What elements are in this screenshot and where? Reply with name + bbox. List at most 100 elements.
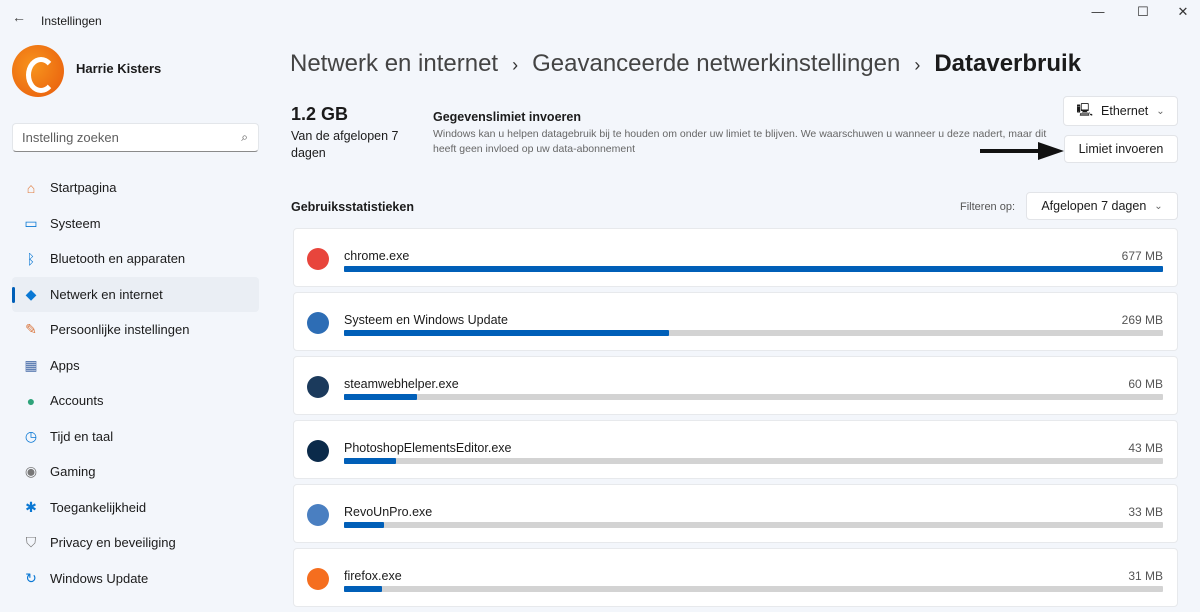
usage-bar-fill <box>344 458 397 464</box>
brush-icon: ✎ <box>25 321 37 338</box>
sidebar-item-label: Gaming <box>50 464 96 480</box>
stats-title: Gebruiksstatistieken <box>291 200 414 214</box>
usage-bar <box>344 266 1163 272</box>
sidebar-item-bluetooth-en-apparaten[interactable]: ᛒ Bluetooth en apparaten <box>12 241 259 277</box>
limit-description: Windows kan u helpen datagebruik bij te … <box>433 128 1047 155</box>
list-item[interactable]: steamwebhelper.exe 60 MB <box>293 356 1178 415</box>
chevron-right-icon: › <box>512 55 519 75</box>
sidebar-item-netwerk-en-internet[interactable]: ◆ Netwerk en internet <box>12 276 259 312</box>
total-usage: 1.2 GB <box>291 104 349 124</box>
bluetooth-icon: ᛒ <box>26 250 36 267</box>
app-name: steamwebhelper.exe <box>344 377 459 391</box>
accessibility-icon: ✱ <box>25 498 37 515</box>
gamepad-icon: ◉ <box>24 463 38 480</box>
app-icon <box>307 504 329 526</box>
app-icon <box>307 248 329 270</box>
sidebar-item-label: Toegankelijkheid <box>50 499 147 515</box>
app-usage: 43 MB <box>1128 441 1163 455</box>
app-icon <box>307 376 329 398</box>
list-item[interactable]: firefox.exe 31 MB <box>293 548 1178 607</box>
sidebar-item-accounts[interactable]: ● Accounts <box>12 383 259 419</box>
app-usage: 33 MB <box>1128 505 1163 519</box>
chevron-down-icon: ⌄ <box>1154 200 1163 212</box>
usage-bar <box>344 458 1163 464</box>
sidebar-item-toegankelijkheid[interactable]: ✱ Toegankelijkheid <box>12 490 259 526</box>
adapter-value: Ethernet <box>1101 104 1149 118</box>
usage-bar-fill <box>344 330 670 336</box>
sidebar-item-label: Windows Update <box>50 570 149 586</box>
app-icon <box>307 312 329 334</box>
filter-label: Filteren op: <box>960 201 1016 213</box>
sidebar-item-label: Netwerk en internet <box>50 286 163 302</box>
sidebar-item-apps[interactable]: ▦ Apps <box>12 348 259 384</box>
page-title: Dataverbruik <box>934 50 1082 77</box>
breadcrumb: Netwerk en internet › Geavanceerde netwerk… <box>290 50 1081 78</box>
app-icon <box>307 440 329 462</box>
breadcrumb-advanced[interactable]: Geavanceerde netwerkinstellingen <box>532 50 900 77</box>
usage-bar <box>344 586 1163 592</box>
sidebar-item-label: Persoonlijke instellingen <box>50 322 190 338</box>
app-name: firefox.exe <box>344 569 402 583</box>
app-usage: 269 MB <box>1121 313 1163 327</box>
chevron-down-icon: ⌄ <box>1156 105 1165 117</box>
app-name: Systeem en Windows Update <box>344 313 508 327</box>
person-icon: ● <box>26 392 36 409</box>
window-title: Instellingen <box>41 14 102 28</box>
search-input[interactable]: Instelling zoeken ⌕ <box>12 123 259 152</box>
sidebar-nav: ⌂ Startpagina ▭ Systeem ᛒ Bluetooth en appara… <box>12 170 259 596</box>
search-placeholder: Instelling zoeken <box>22 130 119 145</box>
usage-bar-fill <box>344 586 382 592</box>
usage-bar <box>344 330 1163 336</box>
usage-bar <box>344 394 1163 400</box>
breadcrumb-network[interactable]: Netwerk en internet <box>290 50 498 77</box>
ethernet-icon: 🖳 <box>1076 102 1094 117</box>
sidebar-item-label: Privacy en beveiliging <box>50 535 176 551</box>
sidebar-item-label: Systeem <box>50 215 101 231</box>
sidebar-item-tijd-en-taal[interactable]: ◷ Tijd en taal <box>12 419 259 455</box>
app-usage-list: chrome.exe 677 MB Systeem en Windows Updat… <box>293 228 1178 612</box>
avatar[interactable] <box>12 45 64 97</box>
sidebar-item-label: Apps <box>50 357 80 373</box>
chevron-right-icon: › <box>914 55 921 75</box>
set-limit-button[interactable]: Limiet invoeren <box>1064 135 1178 163</box>
maximize-button[interactable]: ☐ <box>1128 4 1158 20</box>
sidebar-item-startpagina[interactable]: ⌂ Startpagina <box>12 170 259 206</box>
search-icon: ⌕ <box>241 130 248 144</box>
update-icon: ↻ <box>25 569 37 586</box>
minimize-button[interactable]: — <box>1083 4 1113 19</box>
app-name: PhotoshopElementsEditor.exe <box>344 441 512 455</box>
usage-bar-fill <box>344 394 417 400</box>
app-usage: 677 MB <box>1121 249 1163 263</box>
usage-bar-fill <box>344 266 1163 272</box>
sidebar-item-gaming[interactable]: ◉ Gaming <box>12 454 259 490</box>
system-icon: ▭ <box>24 214 38 231</box>
sidebar-item-label: Accounts <box>50 393 104 409</box>
app-name: RevoUnPro.exe <box>344 505 433 519</box>
app-icon <box>307 568 329 590</box>
list-item[interactable]: chrome.exe 677 MB <box>293 228 1178 287</box>
list-item[interactable]: RevoUnPro.exe 33 MB <box>293 484 1178 543</box>
sidebar-item-windows-update[interactable]: ↻ Windows Update <box>12 561 259 597</box>
app-usage: 31 MB <box>1128 569 1163 583</box>
list-item[interactable]: PhotoshopElementsEditor.exe 43 MB <box>293 420 1178 479</box>
sidebar-item-label: Startpagina <box>50 180 117 196</box>
adapter-dropdown[interactable]: 🖳 Ethernet ⌄ <box>1063 96 1178 126</box>
home-icon: ⌂ <box>26 179 36 196</box>
back-arrow-icon[interactable]: ← <box>12 9 26 25</box>
sidebar-item-persoonlijke-instellingen[interactable]: ✎ Persoonlijke instellingen <box>12 312 259 348</box>
arrow-annotation-icon <box>980 142 1064 160</box>
usage-bar <box>344 522 1163 528</box>
user-name: Harrie Kisters <box>76 61 162 76</box>
title-bar: ← Instellingen — ☐ ✕ <box>0 0 1200 40</box>
list-item[interactable]: Systeem en Windows Update 269 MB <box>293 292 1178 351</box>
sidebar-item-privacy-en-beveiliging[interactable]: ⛉ Privacy en beveiliging <box>12 525 259 561</box>
sidebar-item-systeem[interactable]: ▭ Systeem <box>12 206 259 242</box>
total-period: Van de afgelopen 7 dagen <box>291 129 399 160</box>
filter-dropdown[interactable]: Afgelopen 7 dagen ⌄ <box>1026 192 1178 220</box>
app-name: chrome.exe <box>344 249 410 263</box>
usage-bar-fill <box>344 522 384 528</box>
app-usage: 60 MB <box>1128 377 1163 391</box>
sidebar-item-label: Bluetooth en apparaten <box>50 251 186 267</box>
limit-title: Gegevenslimiet invoeren <box>433 110 581 124</box>
close-button[interactable]: ✕ <box>1168 4 1198 20</box>
